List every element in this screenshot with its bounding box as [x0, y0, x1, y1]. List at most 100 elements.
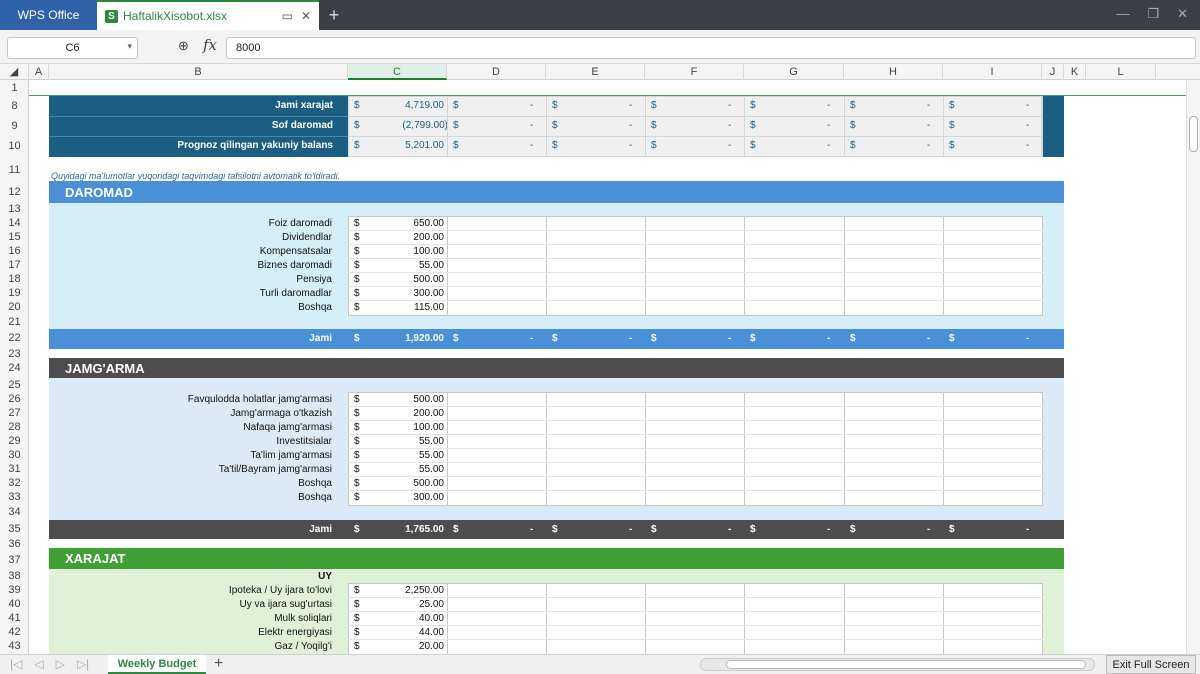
row-number[interactable]: 36	[0, 538, 29, 550]
savings-item-value[interactable]: 500.00	[359, 478, 444, 489]
row-number[interactable]: 10	[0, 140, 29, 152]
row-number[interactable]: 12	[0, 186, 29, 198]
expenses-item-value[interactable]: 44.00	[359, 627, 444, 638]
income-item-value[interactable]: 115.00	[359, 302, 444, 313]
empty-dash[interactable]: -	[530, 333, 533, 344]
row-number[interactable]: 9	[0, 120, 29, 132]
column-header-h[interactable]: H	[844, 64, 943, 80]
income-item-label[interactable]: Turli daromadlar	[49, 288, 332, 299]
income-item-label[interactable]: Foiz daromadi	[49, 218, 332, 229]
empty-dash[interactable]: -	[1026, 140, 1029, 151]
empty-dash[interactable]: -	[530, 100, 533, 111]
savings-item-label[interactable]: Favqulodda holatlar jamg'armasi	[49, 394, 332, 405]
column-header-m[interactable]	[1156, 64, 1186, 80]
row-number[interactable]: 43	[0, 640, 29, 652]
formula-input[interactable]: 8000	[226, 37, 1196, 59]
savings-item-value[interactable]: 55.00	[359, 464, 444, 475]
row-number[interactable]: 33	[0, 491, 29, 503]
expenses-item-value[interactable]: 20.00	[359, 641, 444, 652]
column-header-i[interactable]: I	[943, 64, 1042, 80]
empty-dash[interactable]: -	[827, 524, 830, 535]
row-number[interactable]: 17	[0, 259, 29, 271]
savings-item-value[interactable]: 300.00	[359, 492, 444, 503]
expenses-item-label[interactable]: Gaz / Yoqilg'i	[49, 641, 332, 652]
empty-dash[interactable]: -	[629, 140, 632, 151]
savings-item-value[interactable]: 55.00	[359, 436, 444, 447]
row-number[interactable]: 21	[0, 316, 29, 328]
savings-item-value[interactable]: 500.00	[359, 394, 444, 405]
column-header-k[interactable]: K	[1064, 64, 1086, 80]
empty-dash[interactable]: -	[629, 100, 632, 111]
function-icon[interactable]: fx	[203, 36, 217, 54]
column-header-l[interactable]: L	[1086, 64, 1156, 80]
select-all-corner[interactable]: ◢	[0, 64, 29, 80]
row-number[interactable]: 20	[0, 301, 29, 313]
expenses-item-label[interactable]: Elektr energiyasi	[49, 627, 332, 638]
summary-value[interactable]: 4,719.00	[359, 100, 444, 111]
expenses-item-label[interactable]: Uy va ijara sug'urtasi	[49, 599, 333, 610]
income-total-value[interactable]: 1,920.00	[359, 333, 444, 344]
empty-dash[interactable]: -	[530, 140, 533, 151]
row-number[interactable]: 39	[0, 584, 29, 596]
empty-dash[interactable]: -	[927, 140, 930, 151]
row-number[interactable]: 26	[0, 393, 29, 405]
empty-dash[interactable]: -	[629, 524, 632, 535]
name-box[interactable]: C6 ▾	[7, 37, 138, 59]
horizontal-scroll-thumb[interactable]	[726, 660, 1086, 669]
close-icon[interactable]: ✕	[301, 9, 311, 23]
row-number[interactable]: 28	[0, 421, 29, 433]
row-number[interactable]: 40	[0, 598, 29, 610]
column-header-c[interactable]: C	[348, 64, 447, 80]
expenses-item-value[interactable]: 25.00	[359, 599, 444, 610]
row-number[interactable]: 24	[0, 362, 29, 374]
minimize-icon[interactable]: —	[1116, 6, 1129, 22]
empty-dash[interactable]: -	[728, 140, 731, 151]
file-tab[interactable]: S HaftalikXisobot.xlsx ▭ ✕	[97, 0, 319, 30]
last-sheet-icon[interactable]: ▷|	[77, 657, 89, 671]
savings-item-label[interactable]: Jamg'armaga o'tkazish	[49, 408, 332, 419]
empty-dash[interactable]: -	[728, 333, 731, 344]
row-number[interactable]: 34	[0, 506, 29, 518]
empty-dash[interactable]: -	[1026, 524, 1029, 535]
empty-dash[interactable]: -	[927, 333, 930, 344]
column-header-a[interactable]: A	[29, 64, 49, 80]
next-sheet-icon[interactable]: ▷	[56, 657, 65, 671]
empty-dash[interactable]: -	[629, 120, 632, 131]
row-number[interactable]: 35	[0, 523, 29, 535]
income-item-label[interactable]: Boshqa	[49, 302, 332, 313]
income-item-value[interactable]: 55.00	[359, 260, 444, 271]
row-number[interactable]: 29	[0, 435, 29, 447]
column-header-j[interactable]: J	[1042, 64, 1064, 80]
add-sheet-button[interactable]: +	[214, 655, 223, 673]
empty-dash[interactable]: -	[728, 120, 731, 131]
empty-dash[interactable]: -	[1026, 100, 1029, 111]
income-item-label[interactable]: Kompensatsalar	[49, 246, 332, 257]
chevron-down-icon[interactable]: ▾	[127, 41, 132, 52]
income-item-value[interactable]: 300.00	[359, 288, 444, 299]
summary-label[interactable]: Prognoz qilingan yakuniy balans	[49, 140, 333, 151]
savings-item-value[interactable]: 200.00	[359, 408, 444, 419]
empty-dash[interactable]: -	[530, 120, 533, 131]
exit-full-screen-button[interactable]: Exit Full Screen	[1106, 655, 1196, 674]
row-number[interactable]: 32	[0, 477, 29, 489]
empty-dash[interactable]: -	[1026, 333, 1029, 344]
savings-item-label[interactable]: Ta'til/Bayram jamg'armasi	[49, 464, 332, 475]
empty-dash[interactable]: -	[927, 120, 930, 131]
income-item-label[interactable]: Pensiya	[49, 274, 332, 285]
row-number[interactable]: 31	[0, 463, 29, 475]
empty-dash[interactable]: -	[927, 524, 930, 535]
row-number[interactable]: 41	[0, 612, 29, 624]
row-number[interactable]: 37	[0, 554, 29, 566]
monitor-icon[interactable]: ▭	[282, 9, 293, 23]
column-header-e[interactable]: E	[546, 64, 645, 80]
expenses-item-label[interactable]: Mulk soliqlari	[49, 613, 332, 624]
income-item-value[interactable]: 500.00	[359, 274, 444, 285]
row-number[interactable]: 14	[0, 217, 29, 229]
empty-dash[interactable]: -	[827, 100, 830, 111]
expenses-item-value[interactable]: 2,250.00	[359, 585, 444, 596]
expenses-item-label[interactable]: Ipoteka / Uy ijara to'lovi	[49, 585, 332, 596]
savings-item-label[interactable]: Ta'lim jamg'armasi	[49, 450, 332, 461]
window-close-icon[interactable]: ✕	[1177, 6, 1188, 22]
summary-value[interactable]: 5,201.00	[359, 140, 444, 151]
new-tab-button[interactable]: +	[319, 0, 349, 30]
